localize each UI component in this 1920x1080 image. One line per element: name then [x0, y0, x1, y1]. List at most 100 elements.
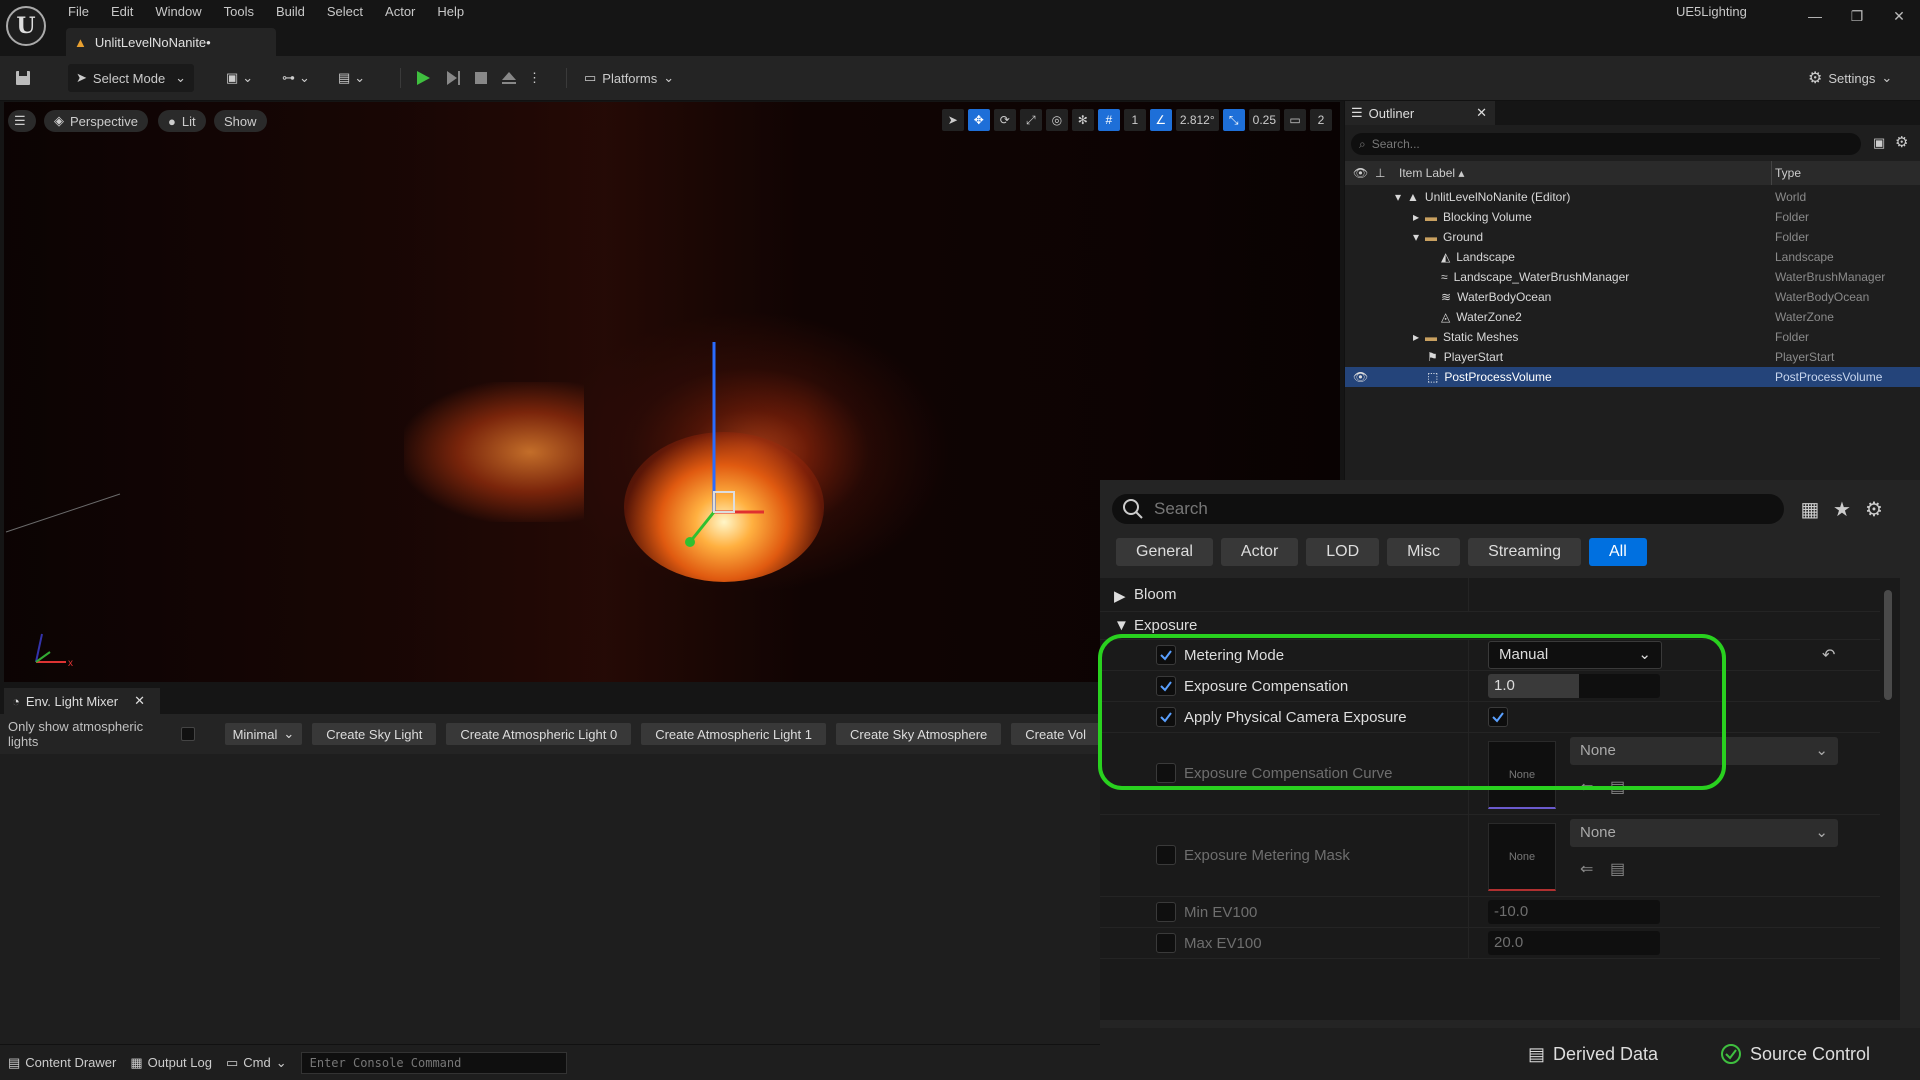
viewport-menu-button[interactable]: ☰: [8, 110, 36, 132]
world-space-icon[interactable]: ◎: [1045, 109, 1068, 131]
tab-misc[interactable]: Misc: [1387, 538, 1461, 566]
menu-actor[interactable]: Actor: [375, 0, 427, 24]
play-options-button[interactable]: ⋮: [528, 64, 542, 92]
tab-streaming[interactable]: Streaming: [1468, 538, 1581, 566]
type-column[interactable]: Type: [1775, 166, 1801, 180]
details-scrollbar[interactable]: [1884, 590, 1892, 700]
create-atmospheric-light-0-button[interactable]: Create Atmospheric Light 0: [446, 723, 632, 745]
scale-snap-value[interactable]: 0.25: [1248, 109, 1280, 131]
only-show-atmospheric-checkbox[interactable]: [181, 727, 195, 741]
menu-build[interactable]: Build: [266, 0, 317, 24]
rotation-snap-value[interactable]: 2.812°: [1175, 109, 1219, 131]
add-actor-button[interactable]: ▣ ⌄: [226, 64, 266, 92]
reset-to-default-icon[interactable]: ↶: [1822, 645, 1835, 665]
collapsed-arrow-icon[interactable]: ▶: [1114, 587, 1126, 605]
tab-lod[interactable]: LOD: [1306, 538, 1380, 566]
output-log-button[interactable]: ▦ Output Log: [130, 1055, 212, 1071]
cmd-dropdown[interactable]: ▭ Cmd ⌄: [226, 1055, 287, 1071]
camera-speed-icon[interactable]: ▭: [1284, 109, 1306, 131]
gear-icon[interactable]: ⚙: [1862, 498, 1886, 522]
content-drawer-button[interactable]: ▤ Content Drawer: [8, 1055, 116, 1071]
menu-window[interactable]: Window: [145, 0, 213, 24]
level-document-tab[interactable]: ▲ UnlitLevelNoNanite•: [66, 28, 276, 56]
rotate-tool-icon[interactable]: ⟳: [993, 109, 1016, 131]
transform-gizmo[interactable]: [684, 332, 764, 552]
restore-button[interactable]: ❐: [1842, 4, 1872, 28]
expanded-arrow-icon[interactable]: ▾: [1395, 190, 1401, 204]
max-ev100-input[interactable]: 20.0: [1488, 931, 1660, 955]
select-mode-dropdown[interactable]: ➤ Select Mode ⌄: [68, 64, 194, 92]
outliner-row[interactable]: ▸ ▬ Blocking Volume Folder: [1345, 207, 1920, 227]
tab-all[interactable]: All: [1588, 538, 1647, 566]
stop-button[interactable]: [472, 64, 496, 92]
min-ev100-override-checkbox[interactable]: [1156, 902, 1176, 922]
grid-snap-icon[interactable]: #: [1097, 109, 1120, 131]
create-volumetric-button[interactable]: Create Vol: [1011, 723, 1100, 745]
bloom-section-header[interactable]: ▶ Bloom: [1100, 578, 1880, 612]
outliner-row[interactable]: ⚑ PlayerStart PlayerStart: [1345, 347, 1920, 367]
cinematics-button[interactable]: ▤ ⌄: [338, 64, 378, 92]
platforms-dropdown[interactable]: ▭ Platforms ⌄: [580, 64, 680, 92]
create-sky-atmosphere-button[interactable]: Create Sky Atmosphere: [836, 723, 1002, 745]
mask-asset-dropdown[interactable]: None ⌄: [1570, 819, 1838, 847]
env-light-mixer-tab[interactable]: ◔ Env. Light Mixer ✕: [4, 688, 160, 714]
item-label-column[interactable]: Item Label ▴: [1399, 166, 1464, 180]
collapsed-arrow-icon[interactable]: ▸: [1413, 330, 1419, 344]
select-tool-icon[interactable]: ➤: [941, 109, 964, 131]
close-window-button[interactable]: ✕: [1884, 4, 1914, 28]
mask-asset-thumbnail[interactable]: None: [1488, 823, 1556, 891]
console-command-input[interactable]: Enter Console Command: [300, 1051, 567, 1074]
menu-edit[interactable]: Edit: [101, 0, 145, 24]
derived-data-button[interactable]: ▤ Derived Data: [1528, 1040, 1658, 1068]
expanded-arrow-icon[interactable]: ▾: [1413, 230, 1419, 244]
outliner-row[interactable]: ≈ Landscape_WaterBrushManager WaterBrushM…: [1345, 267, 1920, 287]
lit-mode-button[interactable]: ● Lit: [158, 110, 206, 132]
move-tool-icon[interactable]: ✥: [967, 109, 990, 131]
eject-button[interactable]: [500, 64, 524, 92]
menu-select[interactable]: Select: [317, 0, 375, 24]
create-sky-light-button[interactable]: Create Sky Light: [312, 723, 437, 745]
outliner-row[interactable]: ▸ ▬ Static Meshes Folder: [1345, 327, 1920, 347]
browse-asset-icon[interactable]: ▤: [1610, 859, 1625, 879]
outliner-row[interactable]: ◭ Landscape Landscape: [1345, 247, 1920, 267]
blueprint-button[interactable]: ⊶ ⌄: [282, 64, 322, 92]
show-button[interactable]: Show: [214, 110, 267, 132]
visibility-eye-icon[interactable]: 👁: [1353, 370, 1368, 384]
max-ev100-override-checkbox[interactable]: [1156, 933, 1176, 953]
property-matrix-icon[interactable]: ▦: [1798, 498, 1822, 522]
close-icon[interactable]: ✕: [1476, 105, 1487, 121]
outliner-row[interactable]: ▾ ▬ Ground Folder: [1345, 227, 1920, 247]
tab-actor[interactable]: Actor: [1220, 538, 1299, 566]
use-selected-asset-icon[interactable]: ⇐: [1580, 859, 1593, 879]
collapsed-arrow-icon[interactable]: ▸: [1413, 210, 1419, 224]
scale-snap-icon[interactable]: ⤡: [1222, 109, 1245, 131]
surface-snap-icon[interactable]: ✻: [1071, 109, 1094, 131]
details-search-input[interactable]: Search: [1112, 494, 1784, 524]
create-atmospheric-light-1-button[interactable]: Create Atmospheric Light 1: [641, 723, 826, 745]
close-icon[interactable]: ✕: [134, 693, 145, 709]
menu-help[interactable]: Help: [427, 0, 476, 24]
favorites-star-icon[interactable]: ★: [1830, 498, 1854, 522]
expanded-arrow-icon[interactable]: ▼: [1114, 617, 1129, 634]
camera-speed-value[interactable]: 2: [1310, 109, 1332, 131]
outliner-tab[interactable]: ☰ Outliner ✕: [1345, 101, 1495, 125]
outliner-row[interactable]: ≋ WaterBodyOcean WaterBodyOcean: [1345, 287, 1920, 307]
outliner-row[interactable]: ◬ WaterZone2 WaterZone: [1345, 307, 1920, 327]
scale-tool-icon[interactable]: ⤢: [1019, 109, 1042, 131]
play-button[interactable]: [414, 64, 438, 92]
grid-snap-value[interactable]: 1: [1123, 109, 1146, 131]
gear-icon[interactable]: ⚙: [1895, 133, 1908, 151]
outliner-search-input[interactable]: ⌕ Search...: [1351, 133, 1861, 155]
settings-dropdown[interactable]: ⚙ Settings ⌄: [1808, 64, 1902, 92]
outliner-row-selected[interactable]: 👁 ⬚ PostProcessVolume PostProcessVolume: [1345, 367, 1920, 387]
min-ev100-input[interactable]: -10.0: [1488, 900, 1660, 924]
perspective-button[interactable]: ◈ Perspective: [44, 110, 148, 132]
menu-file[interactable]: File: [58, 0, 101, 24]
tab-general[interactable]: General: [1116, 538, 1213, 566]
unreal-logo-icon[interactable]: U: [6, 6, 46, 46]
save-button[interactable]: [14, 64, 38, 92]
advance-frame-button[interactable]: [444, 64, 468, 92]
mixer-mode-dropdown[interactable]: Minimal ⌄: [224, 723, 303, 745]
metering-mask-override-checkbox[interactable]: [1156, 845, 1176, 865]
add-folder-icon[interactable]: ▣: [1873, 135, 1885, 151]
